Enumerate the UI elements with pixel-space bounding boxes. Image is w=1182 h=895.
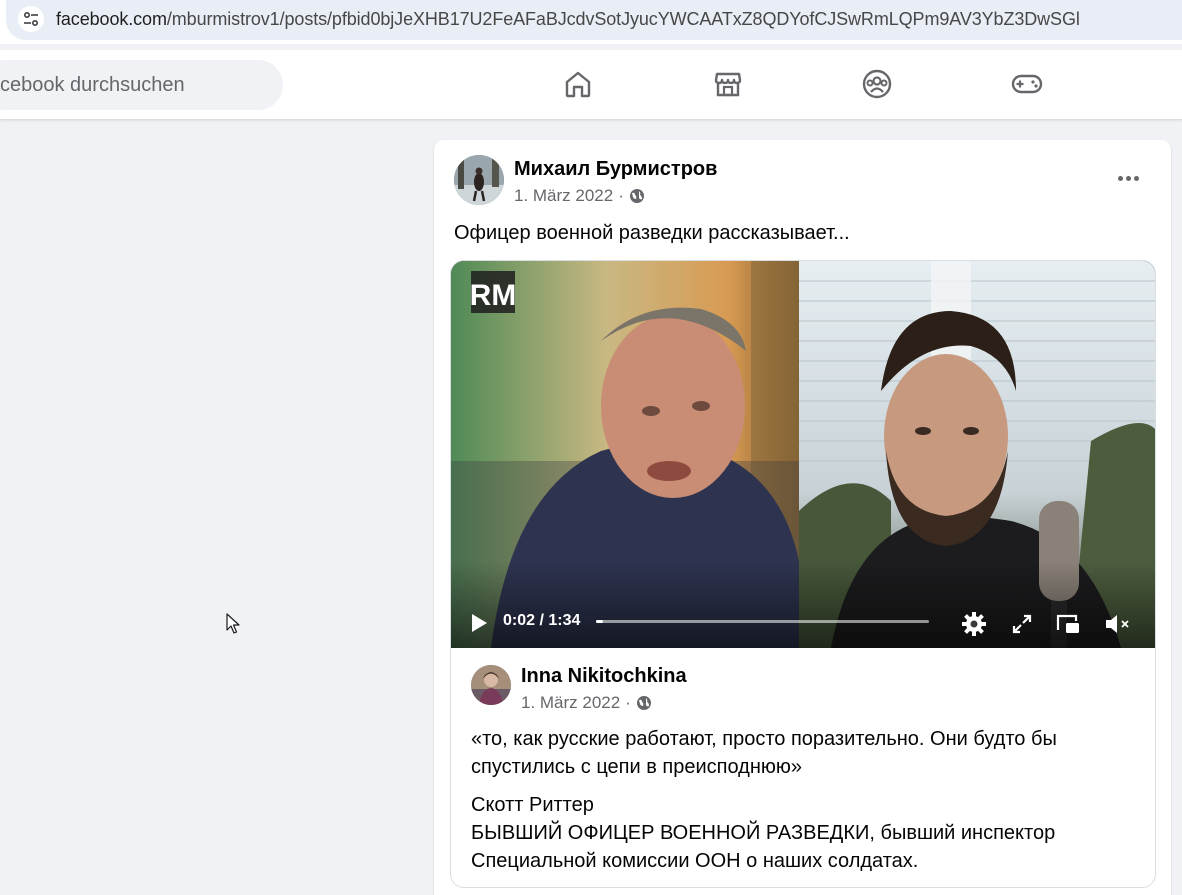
gaming-icon[interactable]: [1009, 66, 1045, 102]
attribution-line: БЫВШИЙ ОФИЦЕР ВОЕННОЙ РАЗВЕДКИ, бывший и…: [471, 822, 1056, 844]
shared-date[interactable]: 1. März 2022: [521, 693, 620, 713]
post-card: Михаил Бурмистров 1. März 2022 · Офицер …: [434, 140, 1171, 895]
quote-line: спустились с цепи в преисподнюю»: [471, 756, 803, 778]
mouse-cursor-icon: [226, 613, 240, 634]
attribution-name: Скотт Риттер: [471, 794, 594, 816]
search-placeholder: cebook durchsuchen: [0, 74, 185, 96]
shared-attribution: Скотт Риттер БЫВШИЙ ОФИЦЕР ВОЕННОЙ РАЗВЕ…: [471, 791, 1131, 875]
settings-icon[interactable]: [959, 609, 989, 639]
video-watermark: RM: [470, 279, 517, 312]
video-frame: RM: [451, 261, 1155, 648]
globe-icon: [629, 189, 644, 203]
video-progress-fill: [596, 620, 603, 623]
more-options-icon[interactable]: [1114, 166, 1142, 190]
shared-post[interactable]: RM 0:02 / 1:34 Inna Nikitochkina 1. März…: [450, 260, 1156, 888]
globe-icon: [636, 696, 651, 710]
picture-in-picture-icon[interactable]: [1053, 609, 1083, 639]
video-time: 0:02 / 1:34: [503, 612, 581, 629]
url-host: facebook.com: [56, 9, 167, 29]
meta-separator: ·: [618, 186, 624, 205]
url-text[interactable]: facebook.com/mburmistrov1/posts/pfbid0bj…: [56, 9, 1080, 30]
shared-quote: «то, как русские работают, просто порази…: [471, 725, 1131, 781]
meta-separator: ·: [625, 693, 631, 712]
shared-author-avatar[interactable]: [471, 665, 511, 705]
url-path: /mburmistrov1/posts/pfbid0bjJeXHB17U2FeA…: [166, 9, 1080, 29]
shared-meta: 1. März 2022 ·: [521, 693, 652, 713]
home-icon[interactable]: [560, 66, 596, 102]
url-field[interactable]: facebook.com/mburmistrov1/posts/pfbid0bj…: [6, 0, 1182, 40]
groups-icon[interactable]: [859, 66, 895, 102]
author-avatar[interactable]: [454, 155, 504, 205]
play-icon[interactable]: [469, 613, 489, 638]
post-text: Офицер военной разведки рассказывает...: [454, 222, 850, 244]
shared-author-name[interactable]: Inna Nikitochkina: [521, 665, 687, 688]
post-date[interactable]: 1. März 2022: [514, 186, 613, 206]
marketplace-icon[interactable]: [710, 66, 746, 102]
post-author-name[interactable]: Михаил Бурмистров: [514, 158, 717, 181]
shared-post-text: «то, как русские работают, просто порази…: [471, 725, 1131, 885]
quote-line: «то, как русские работают, просто порази…: [471, 728, 1057, 750]
fullscreen-icon[interactable]: [1007, 609, 1037, 639]
video-player[interactable]: RM 0:02 / 1:34: [451, 261, 1155, 648]
muted-volume-icon[interactable]: [1103, 609, 1133, 639]
attribution-line: Специальной комиссии ООН о наших солдата…: [471, 850, 919, 872]
tune-icon[interactable]: [18, 6, 44, 32]
browser-address-bar: facebook.com/mburmistrov1/posts/pfbid0bj…: [0, 0, 1182, 44]
search-input[interactable]: cebook durchsuchen: [0, 60, 283, 110]
post-meta: 1. März 2022 ·: [514, 186, 645, 206]
video-progress-bar[interactable]: [596, 620, 929, 623]
facebook-top-nav: cebook durchsuchen: [0, 50, 1182, 120]
video-controls: 0:02 / 1:34: [451, 601, 1155, 648]
